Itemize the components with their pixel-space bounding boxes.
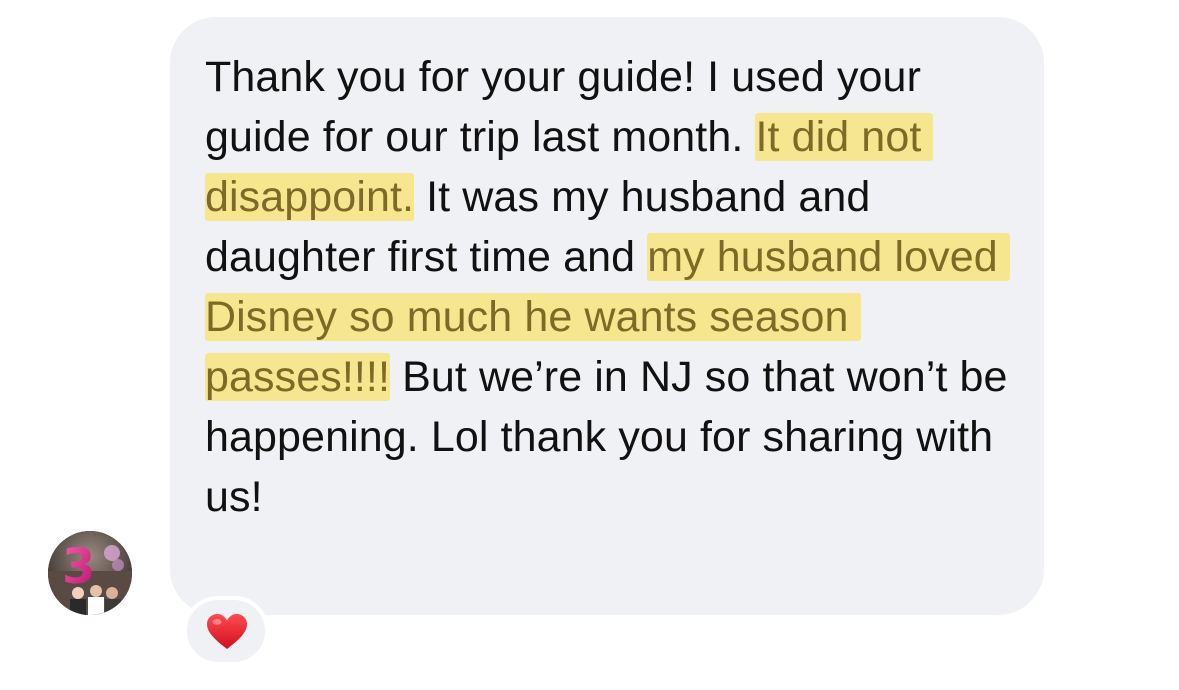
message-text: Thank you for your guide! I used your gu…	[205, 47, 1025, 527]
avatar[interactable]: 3	[48, 531, 132, 615]
avatar-photo: 3	[48, 531, 132, 615]
reaction-badge[interactable]	[183, 596, 269, 666]
red-heart-icon	[207, 614, 247, 649]
message-bubble[interactable]: Thank you for your guide! I used your gu…	[170, 17, 1044, 615]
message-thread: Thank you for your guide! I used your gu…	[0, 0, 1179, 690]
avatar-badge: 3	[62, 539, 95, 595]
